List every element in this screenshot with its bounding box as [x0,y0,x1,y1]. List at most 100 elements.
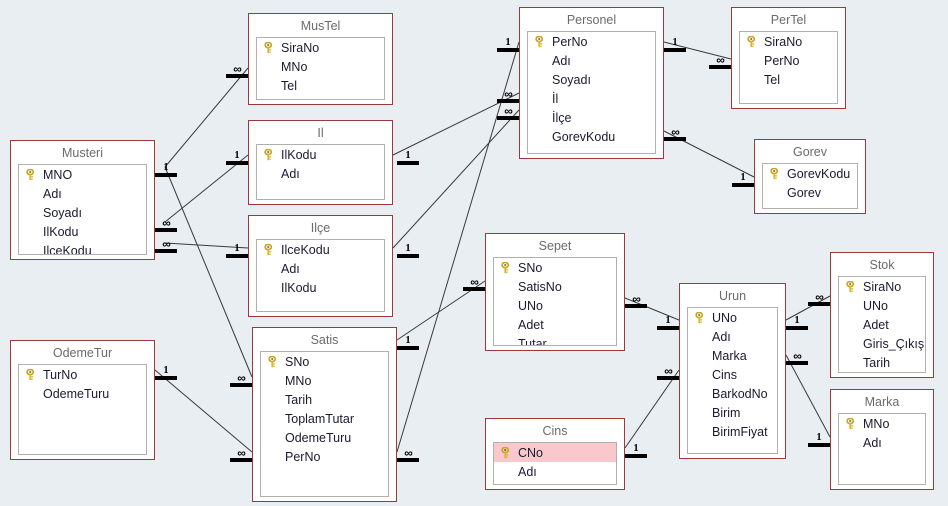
field-name: OdemeTuru [285,430,352,445]
table-satis[interactable]: Satis SNo MNo Tarih ToplamTutar OdemeTuru PerN… [252,327,397,502]
primary-key-icon-slot [692,311,709,324]
field-row[interactable]: GorevKodu [528,127,655,146]
field-row[interactable]: Birim [688,403,777,422]
field-row[interactable]: SiraNo [740,32,837,51]
field-name: Adı [43,186,62,201]
primary-key-icon [26,368,35,380]
field-row[interactable]: UNo [839,296,925,315]
field-row[interactable]: İl [528,89,655,108]
field-row[interactable]: SiraNo [257,38,384,57]
field-row[interactable]: Gorev [763,183,857,202]
field-row[interactable]: Giris_Çıkış [839,334,925,353]
field-row[interactable]: Adet [839,315,925,334]
field-row[interactable]: Adı [257,259,384,278]
table-title: Gorev [792,145,828,159]
cardinality-label: 1 [163,365,169,376]
cardinality-marker-musteri-il-from: 1 [226,150,248,165]
field-row[interactable]: OdemeTuru [19,384,146,403]
table-pertel[interactable]: PerTel SiraNo PerNo Tel [731,7,846,109]
field-row[interactable]: IlceKodu [19,241,146,255]
field-row[interactable]: PerNo [740,51,837,70]
field-row[interactable]: UNo [688,308,777,327]
field-row[interactable]: PerNo [261,447,388,466]
field-row[interactable]: ToplamTutar [261,409,388,428]
field-row[interactable]: PerNo [528,32,655,51]
field-row[interactable]: SatisNo [494,277,616,296]
cardinality-label: ∞ [237,371,246,385]
table-personel[interactable]: Personel PerNo Adı Soyadı İl İlçe GorevKodu [519,7,664,159]
field-row[interactable]: GorevKodu [763,164,857,183]
field-row[interactable]: Adı [494,462,616,481]
field-row[interactable]: IlceKodu [257,240,384,259]
field-row[interactable]: Adı [19,184,146,203]
table-cins[interactable]: Cins CNo Adı [485,418,625,490]
table-ilce[interactable]: Ilçe IlceKodu Adı IlKodu [248,215,393,317]
cardinality-marker-musteri-ilce-from: 1 [226,243,248,258]
field-name: SiraNo [281,40,320,55]
field-row[interactable]: SNo [494,258,616,277]
field-row[interactable]: MNO [19,165,146,184]
field-name: Adı [518,464,537,479]
relationship-line-musteri-il[interactable] [164,154,249,223]
field-name: Gorev [787,185,822,200]
table-title: MusTel [300,19,341,33]
relationship-line-cins-urun[interactable] [624,369,680,449]
field-row[interactable]: BirimFiyat [688,422,777,441]
field-name: Adet [863,317,889,332]
field-row[interactable]: Adı [257,164,384,183]
relationship-line-marka-urun[interactable] [785,354,831,438]
field-row[interactable]: MNo [261,371,388,390]
cardinality-marker-urun-stok-from: 1 [786,315,808,330]
field-row[interactable]: OdemeTuru [261,428,388,447]
table-stok[interactable]: Stok SiraNo UNo Adet Giris_Çıkış Tarih [830,252,934,378]
field-row[interactable]: MNo [839,414,925,433]
field-row[interactable]: Soyadı [528,70,655,89]
field-list: TurNo OdemeTuru [18,364,147,455]
field-row[interactable]: Cins [688,365,777,384]
field-row[interactable]: Marka [688,346,777,365]
table-title: Musteri [62,146,103,160]
field-row-selected[interactable]: CNo [494,443,616,462]
field-name: IlKodu [43,224,79,239]
field-row[interactable]: Tarih [261,390,388,409]
table-mustel[interactable]: MusTel SiraNo MNo Tel [248,13,393,105]
table-urun[interactable]: Urun UNo Adı Marka Cins BarkodNo Birim BirimFiy… [679,283,786,459]
field-row[interactable]: Adet [494,315,616,334]
table-odemetur[interactable]: OdemeTur TurNo OdemeTuru [10,340,155,460]
field-row[interactable]: BarkodNo [688,384,777,403]
field-name: GorevKodu [552,129,616,144]
relationship-line-ilce-personel[interactable] [392,109,520,249]
table-musteri[interactable]: Musteri MNO Adı Soyadı IlKodu IlceKodu [10,140,155,260]
field-row[interactable]: İlçe [528,108,655,127]
field-row[interactable]: Adı [528,51,655,70]
cardinality-marker-musteri-mustel-to: ∞ [226,63,248,78]
field-row[interactable]: SiraNo [839,277,925,296]
field-name: Tarih [863,355,891,370]
field-row[interactable]: SNo [261,352,388,371]
table-marka[interactable]: Marka MNo Adı [830,389,934,490]
cardinality-label: 1 [405,335,411,346]
field-row[interactable]: Tel [740,70,837,89]
field-row[interactable]: Adı [839,433,925,452]
field-row[interactable]: Soyadı [19,203,146,222]
field-name: PerNo [552,34,588,49]
field-row[interactable]: TurNo [19,365,146,384]
relationships-canvas[interactable]: Musteri MNO Adı Soyadı IlKodu IlceKodu OdemeTu… [0,0,948,506]
table-gorev[interactable]: Gorev GorevKodu Gorev [754,139,866,214]
field-row[interactable]: Adı [688,327,777,346]
cardinality-marker-odemetur-satis-to: ∞ [230,447,252,462]
field-row[interactable]: IlKodu [257,145,384,164]
field-row[interactable]: IlKodu [257,278,384,297]
table-il[interactable]: Il IlKodu Adı [248,120,393,205]
relationship-line-musteri-satis[interactable] [164,166,253,378]
field-row[interactable]: Tarih [839,353,925,372]
field-row[interactable]: IlKodu [19,222,146,241]
field-row[interactable]: MNo [257,57,384,76]
field-row[interactable]: Tel [257,76,384,95]
field-row[interactable]: Tutar [494,334,616,346]
field-name: Adı [552,53,571,68]
cardinality-marker-cins-urun-to: ∞ [657,365,679,380]
primary-key-icon [535,35,544,47]
field-row[interactable]: UNo [494,296,616,315]
table-sepet[interactable]: Sepet SNo SatisNo UNo Adet Tutar [485,233,625,351]
